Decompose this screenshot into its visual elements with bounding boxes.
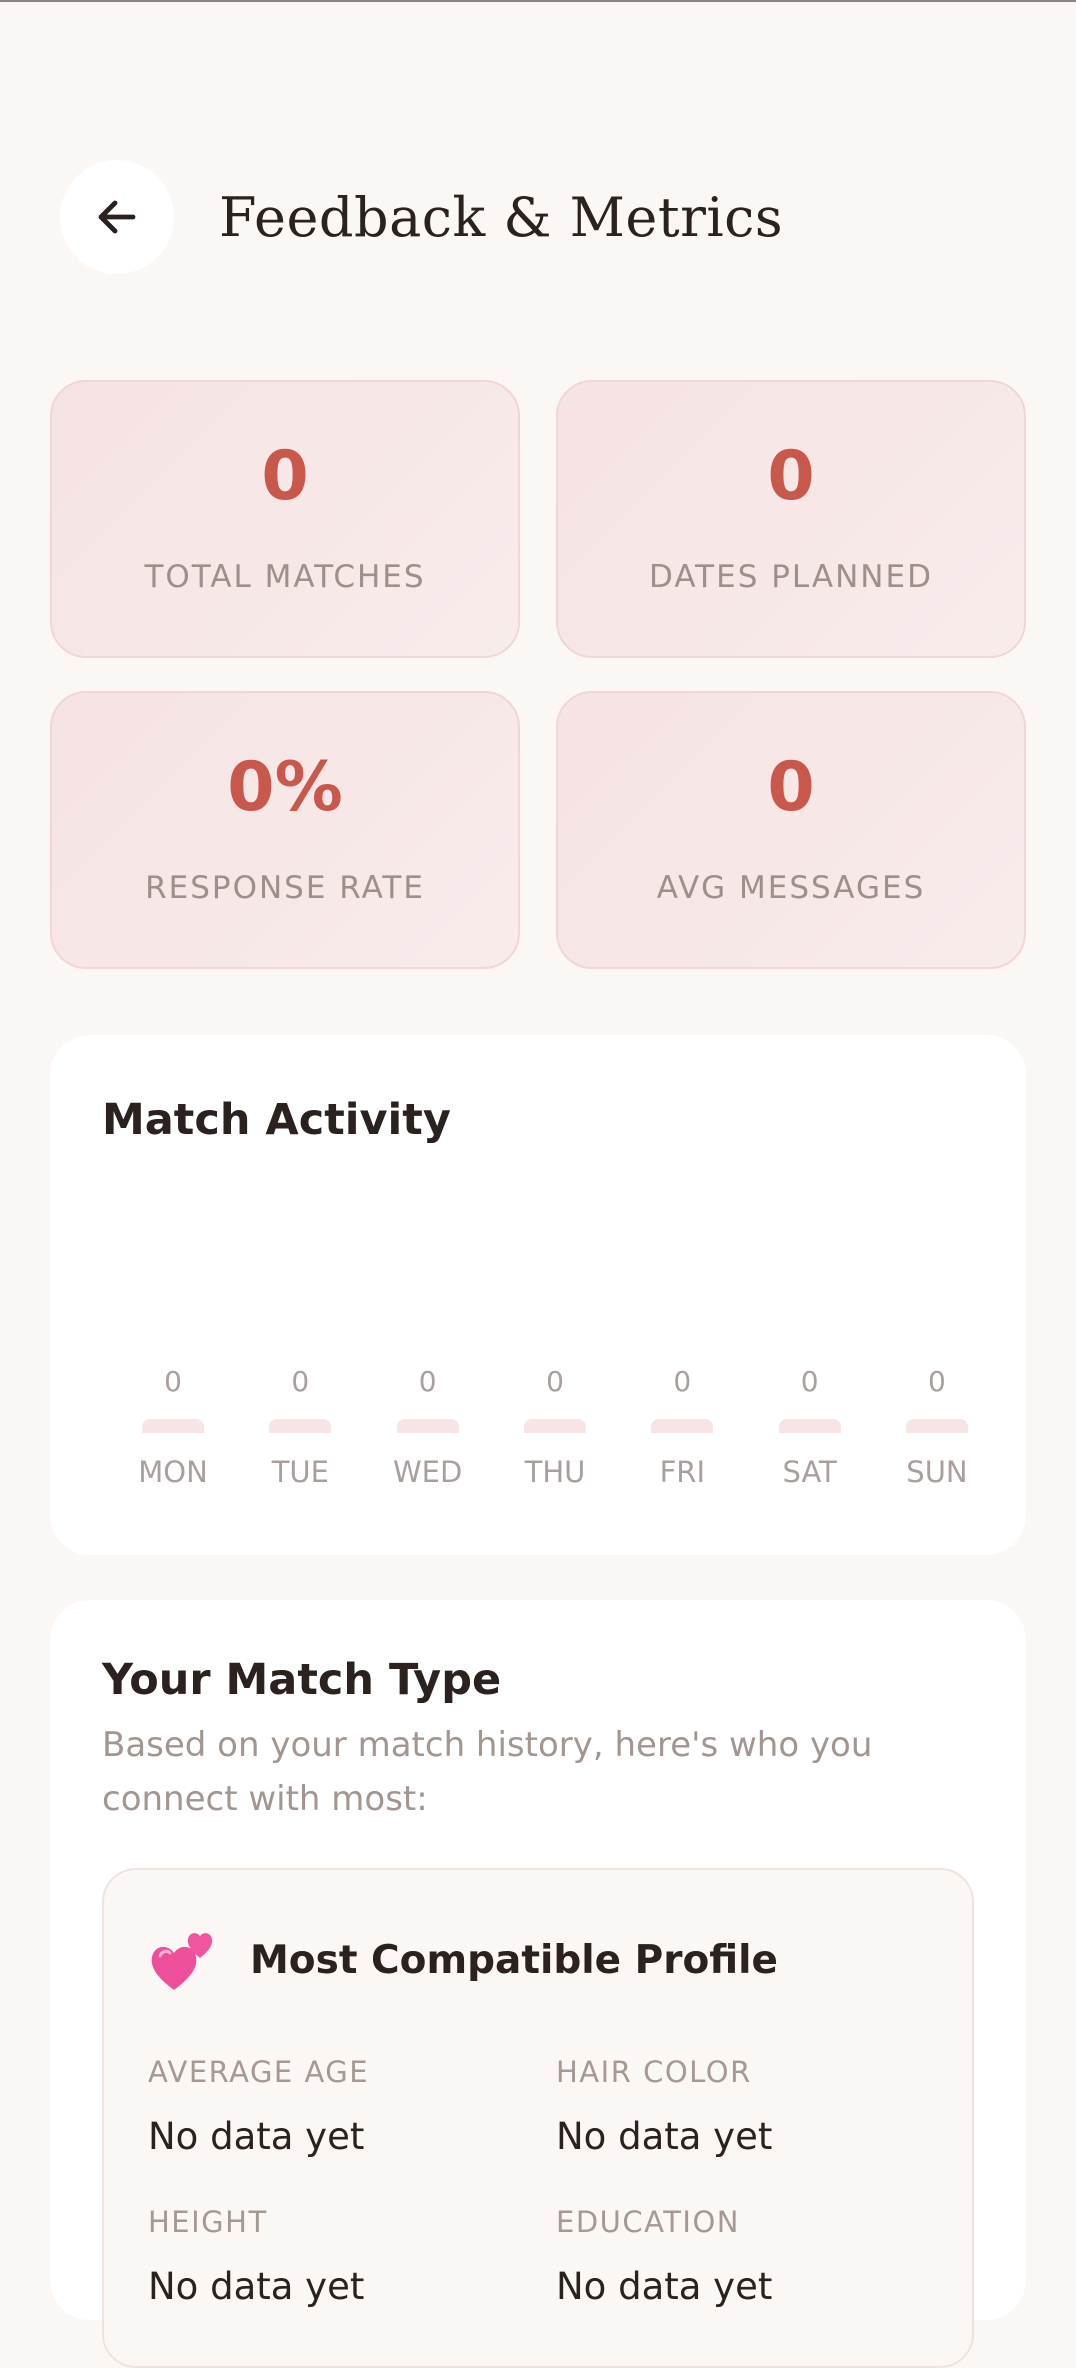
day-count: 0 (418, 1365, 437, 1398)
match-type-subtitle: Based on your match history, here's who … (102, 1725, 873, 1819)
activity-day-wed: 0 WED (385, 1365, 471, 1489)
page-header: Feedback & Metrics (60, 160, 783, 274)
arrow-left-icon (98, 200, 136, 234)
match-activity-card: Match Activity 0 MON 0 TUE 0 WED 0 THU 0… (50, 1035, 1026, 1555)
day-bar (651, 1419, 714, 1433)
page-title: Feedback & Metrics (219, 185, 784, 249)
activity-day-fri: 0 FRI (639, 1365, 725, 1489)
day-bar (396, 1419, 459, 1433)
stat-label: AVG MESSAGES (656, 870, 926, 906)
stat-value: 0% (227, 748, 343, 827)
stat-value: 0 (767, 748, 815, 827)
field-label-height: HEIGHT (148, 2205, 268, 2239)
day-label: TUE (271, 1455, 329, 1489)
activity-chart: 0 MON 0 TUE 0 WED 0 THU 0 FRI 0 SAT 0 SU… (130, 1365, 980, 1489)
day-label: FRI (659, 1455, 705, 1489)
day-bar (778, 1419, 841, 1433)
field-value-education: No data yet (556, 2265, 773, 2308)
day-count: 0 (928, 1365, 946, 1398)
stat-label: DATES PLANNED (649, 559, 933, 595)
day-label: WED (392, 1455, 463, 1489)
day-bar (523, 1419, 586, 1433)
match-type-title: Your Match Type (102, 1655, 502, 1705)
activity-day-mon: 0 MON (130, 1365, 216, 1489)
day-count: 0 (291, 1365, 310, 1398)
day-bar (269, 1419, 332, 1433)
stats-grid: 0 TOTAL MATCHES 0 DATES PLANNED 0% RESPO… (50, 380, 1026, 969)
day-count: 0 (800, 1365, 819, 1398)
two-hearts-icon (151, 1933, 213, 1990)
day-count: 0 (546, 1365, 564, 1398)
activity-day-sun: 0 SUN (894, 1365, 980, 1489)
field-label-hair-color: HAIR COLOR (556, 2055, 752, 2089)
stat-card-dates-planned: 0 DATES PLANNED (556, 380, 1026, 658)
day-label: SAT (782, 1455, 837, 1489)
top-divider (0, 0, 1076, 2)
day-count: 0 (164, 1365, 182, 1398)
day-bar (905, 1419, 968, 1433)
stat-label: TOTAL MATCHES (144, 559, 426, 595)
activity-day-sat: 0 SAT (767, 1365, 853, 1489)
day-count: 0 (673, 1365, 692, 1398)
activity-day-tue: 0 TUE (257, 1365, 343, 1489)
field-value-height: No data yet (148, 2265, 365, 2308)
profile-header: Most Compatible Profile (148, 1924, 778, 1996)
field-value-average-age: No data yet (148, 2115, 365, 2158)
profile-title: Most Compatible Profile (250, 1937, 778, 1983)
match-type-card: Your Match Type Based on your match hist… (50, 1600, 1026, 2368)
day-label: THU (524, 1455, 586, 1489)
activity-day-thu: 0 THU (512, 1365, 598, 1489)
day-label: SUN (906, 1455, 968, 1489)
day-bar (142, 1419, 204, 1433)
field-label-education: EDUCATION (556, 2205, 741, 2239)
day-label: MON (138, 1455, 208, 1489)
compatible-profile-box: Most Compatible Profile AVERAGE AGE No d… (102, 1868, 974, 2368)
stat-value: 0 (261, 437, 309, 516)
stat-label: RESPONSE RATE (145, 870, 425, 906)
back-button[interactable] (60, 160, 174, 274)
field-label-average-age: AVERAGE AGE (148, 2055, 370, 2089)
match-activity-title: Match Activity (102, 1095, 451, 1145)
stat-card-avg-messages: 0 AVG MESSAGES (556, 691, 1026, 969)
field-value-hair-color: No data yet (556, 2115, 773, 2158)
stat-card-total-matches: 0 TOTAL MATCHES (50, 380, 520, 658)
stat-value: 0 (767, 437, 815, 516)
stat-card-response-rate: 0% RESPONSE RATE (50, 691, 520, 969)
